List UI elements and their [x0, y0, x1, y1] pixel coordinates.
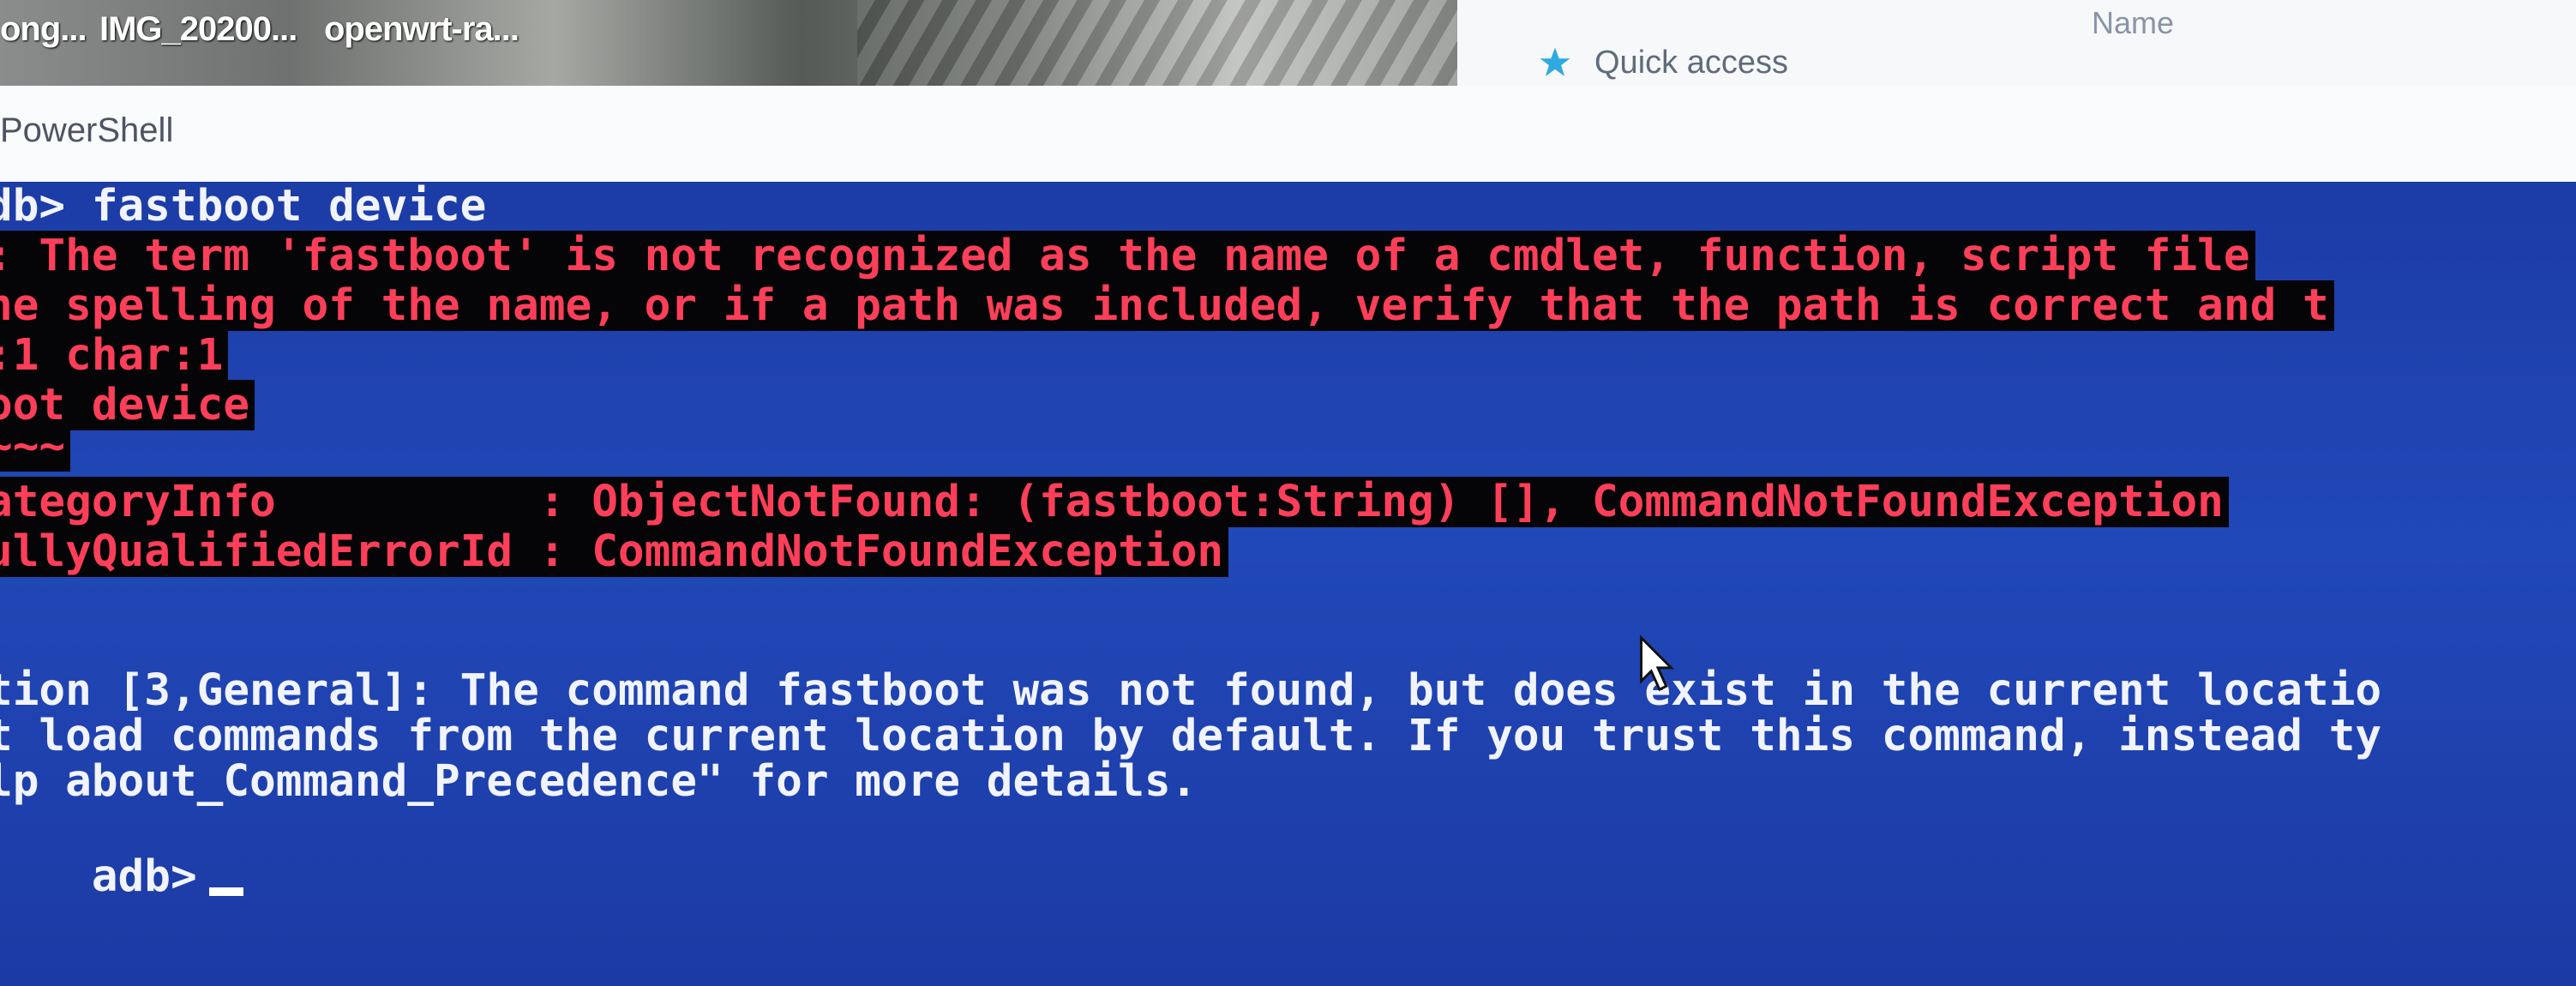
- top-strip: ong... IMG_20200... openwrt-ra... Name Q…: [0, 0, 2576, 86]
- error-line: ~~~: [0, 421, 71, 472]
- suggestion-line: lp about_Command_Precedence" for more de…: [0, 756, 1198, 807]
- desktop-file-1[interactable]: ong...: [0, 10, 87, 49]
- desktop-file-2[interactable]: IMG_20200...: [99, 10, 297, 49]
- error-line: ategoryInfo : ObjectNotFound: (fastboot:…: [0, 477, 2229, 527]
- desktop-file-3[interactable]: openwrt-ra...: [324, 10, 519, 49]
- error-line-container: ategoryInfo : ObjectNotFound: (fastboot:…: [0, 477, 2229, 527]
- quick-access-item[interactable]: Quick access: [1594, 45, 1788, 81]
- powershell-titlebar[interactable]: PowerShell: [0, 86, 2576, 183]
- error-line-container: ullyQualifiedErrorId : CommandNotFoundEx…: [0, 526, 1229, 577]
- error-line: ne spelling of the name, or if a path wa…: [0, 280, 2334, 331]
- name-column-header[interactable]: Name: [2092, 5, 2174, 41]
- error-line-container: ~~~: [0, 421, 71, 472]
- text-cursor: [208, 887, 243, 896]
- error-line-container: : The term 'fastboot' is not recognized …: [0, 231, 2255, 281]
- suggestion-line: t load commands from the current locatio…: [0, 711, 2382, 761]
- prompt-line: adb>: [0, 803, 243, 902]
- desktop-background: ong... IMG_20200... openwrt-ra...: [0, 0, 1457, 86]
- error-line: ullyQualifiedErrorId : CommandNotFoundEx…: [0, 526, 1229, 577]
- error-line: :1 char:1: [0, 330, 229, 381]
- window-title: PowerShell: [0, 111, 174, 149]
- error-line: : The term 'fastboot' is not recognized …: [0, 231, 2255, 281]
- error-line-container: :1 char:1: [0, 330, 229, 381]
- error-line-container: ne spelling of the name, or if a path wa…: [0, 280, 2334, 331]
- console-area[interactable]: db> fastboot device : The term 'fastboot…: [0, 182, 2576, 986]
- mouse-pointer-icon: [1640, 634, 1675, 692]
- suggestion-line: tion [3,General]: The command fastboot w…: [0, 665, 2382, 716]
- prompt-text: adb>: [91, 851, 197, 902]
- file-explorer: Name Quick access: [1457, 0, 2576, 86]
- star-icon: [1540, 47, 1570, 76]
- command-line: db> fastboot device: [0, 181, 487, 231]
